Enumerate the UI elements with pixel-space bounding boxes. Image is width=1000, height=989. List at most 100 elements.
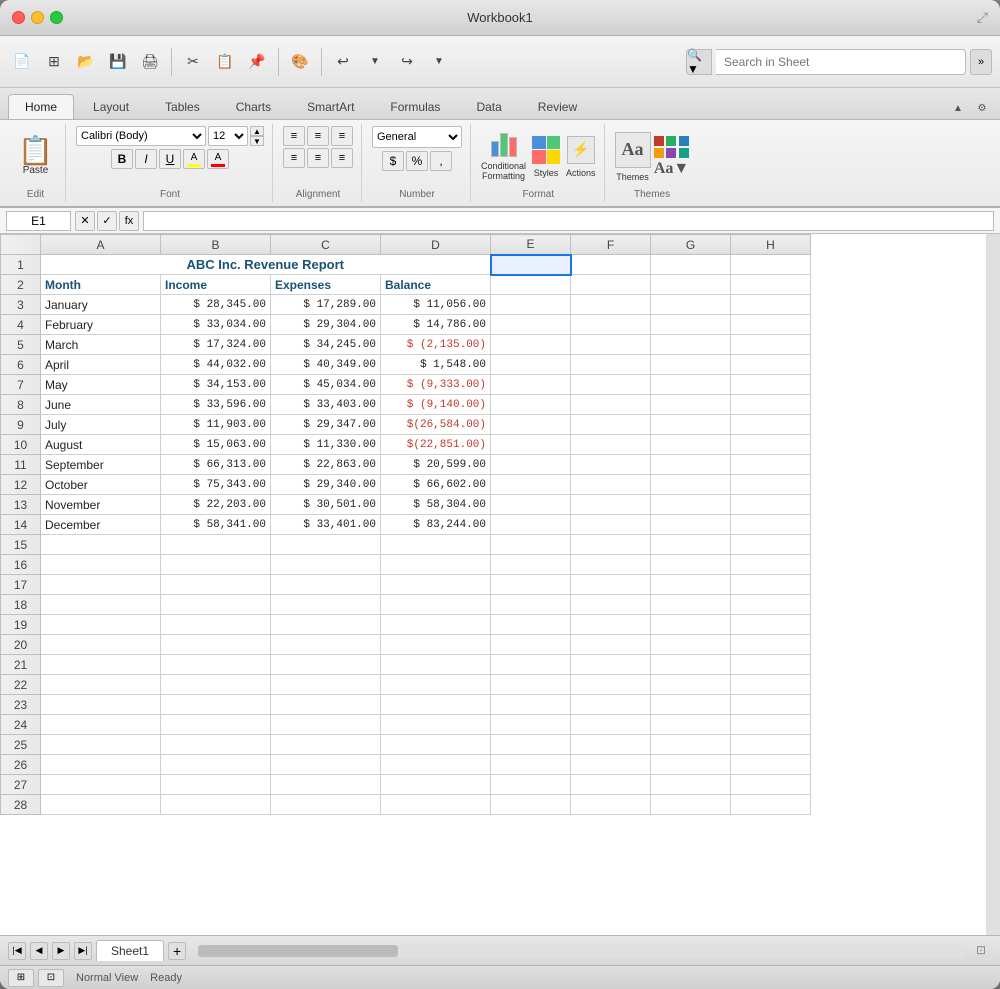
cell-b10[interactable]: $ 15,063.00 [161,435,271,455]
font-family-select[interactable]: Calibri (Body) [76,126,206,146]
toolbar-more-button[interactable]: » [970,49,992,75]
cell-h5[interactable] [731,335,811,355]
cell-f20[interactable] [571,635,651,655]
cell-h26[interactable] [731,755,811,775]
cell-a24[interactable] [41,715,161,735]
cell-h25[interactable] [731,735,811,755]
cell-b11[interactable]: $ 66,313.00 [161,455,271,475]
cell-f11[interactable] [571,455,651,475]
cell-h22[interactable] [731,675,811,695]
cell-b15[interactable] [161,535,271,555]
cell-a16[interactable] [41,555,161,575]
cell-a4[interactable]: February [41,315,161,335]
redo-dropdown[interactable]: ▼ [425,48,453,76]
cell-h2[interactable] [731,275,811,295]
cell-g26[interactable] [651,755,731,775]
cell-f13[interactable] [571,495,651,515]
cell-e22[interactable] [491,675,571,695]
cell-h8[interactable] [731,395,811,415]
cell-a1-title[interactable]: ABC Inc. Revenue Report [41,255,491,275]
cell-g24[interactable] [651,715,731,735]
open-button[interactable]: 📂 [72,48,100,76]
page-layout-button[interactable]: ⊡ [38,969,64,987]
maximize-button[interactable] [50,11,63,24]
cell-c20[interactable] [271,635,381,655]
sheet-tab-1[interactable]: Sheet1 [96,940,164,961]
cell-a3[interactable]: January [41,295,161,315]
new-document-button[interactable]: 📄 [8,48,36,76]
cell-b18[interactable] [161,595,271,615]
font-color-button[interactable]: A [207,149,229,169]
cell-c7[interactable]: $ 45,034.00 [271,375,381,395]
cell-e3[interactable] [491,295,571,315]
cell-g6[interactable] [651,355,731,375]
conditional-formatting-button[interactable]: ConditionalFormatting [481,133,526,181]
search-input[interactable] [716,49,966,75]
cell-a5[interactable]: March [41,335,161,355]
align-right-top[interactable]: ≡ [331,126,353,146]
cell-e25[interactable] [491,735,571,755]
cell-h3[interactable] [731,295,811,315]
gallery-button[interactable]: ⊞ [40,48,68,76]
brush-button[interactable]: 🎨 [286,48,314,76]
cell-h11[interactable] [731,455,811,475]
cell-d9[interactable]: $(26,584.00) [381,415,491,435]
align-center-top[interactable]: ≡ [307,126,329,146]
minimize-button[interactable] [31,11,44,24]
cell-e1-selected[interactable] [491,255,571,275]
cell-g16[interactable] [651,555,731,575]
cell-b21[interactable] [161,655,271,675]
cell-c15[interactable] [271,535,381,555]
cell-h6[interactable] [731,355,811,375]
cell-d15[interactable] [381,535,491,555]
cell-e4[interactable] [491,315,571,335]
copy-button[interactable]: 📋 [211,48,239,76]
cell-c21[interactable] [271,655,381,675]
cell-g28[interactable] [651,795,731,815]
cell-f24[interactable] [571,715,651,735]
cell-g23[interactable] [651,695,731,715]
cell-c3[interactable]: $ 17,289.00 [271,295,381,315]
cell-c9[interactable]: $ 29,347.00 [271,415,381,435]
cell-h19[interactable] [731,615,811,635]
cell-b23[interactable] [161,695,271,715]
cell-h16[interactable] [731,555,811,575]
underline-button[interactable]: U [159,149,181,169]
cell-g19[interactable] [651,615,731,635]
normal-view-button[interactable]: ⊞ [8,969,34,987]
cell-a8[interactable]: June [41,395,161,415]
cell-c6[interactable]: $ 40,349.00 [271,355,381,375]
cell-h27[interactable] [731,775,811,795]
cell-f21[interactable] [571,655,651,675]
cell-f10[interactable] [571,435,651,455]
themes-button[interactable]: Aa Themes [615,132,651,182]
cell-g14[interactable] [651,515,731,535]
cell-e5[interactable] [491,335,571,355]
italic-button[interactable]: I [135,149,157,169]
cell-b7[interactable]: $ 34,153.00 [161,375,271,395]
cell-b24[interactable] [161,715,271,735]
cell-d7[interactable]: $ (9,333.00) [381,375,491,395]
tab-review[interactable]: Review [521,94,594,119]
cell-f23[interactable] [571,695,651,715]
cell-g25[interactable] [651,735,731,755]
cell-a18[interactable] [41,595,161,615]
cell-d27[interactable] [381,775,491,795]
cell-g2[interactable] [651,275,731,295]
cell-a25[interactable] [41,735,161,755]
cell-a21[interactable] [41,655,161,675]
cell-h4[interactable] [731,315,811,335]
cell-g5[interactable] [651,335,731,355]
cell-e10[interactable] [491,435,571,455]
cell-b4[interactable]: $ 33,034.00 [161,315,271,335]
paste-icon-button[interactable]: 📌 [243,48,271,76]
formula-cancel-btn[interactable]: ✕ [75,211,95,231]
cell-g11[interactable] [651,455,731,475]
cell-h23[interactable] [731,695,811,715]
close-button[interactable] [12,11,25,24]
col-header-h[interactable]: H [731,235,811,255]
cell-c13[interactable]: $ 30,501.00 [271,495,381,515]
tab-charts[interactable]: Charts [219,94,288,119]
cell-e2[interactable] [491,275,571,295]
formula-confirm-btn[interactable]: ✓ [97,211,117,231]
